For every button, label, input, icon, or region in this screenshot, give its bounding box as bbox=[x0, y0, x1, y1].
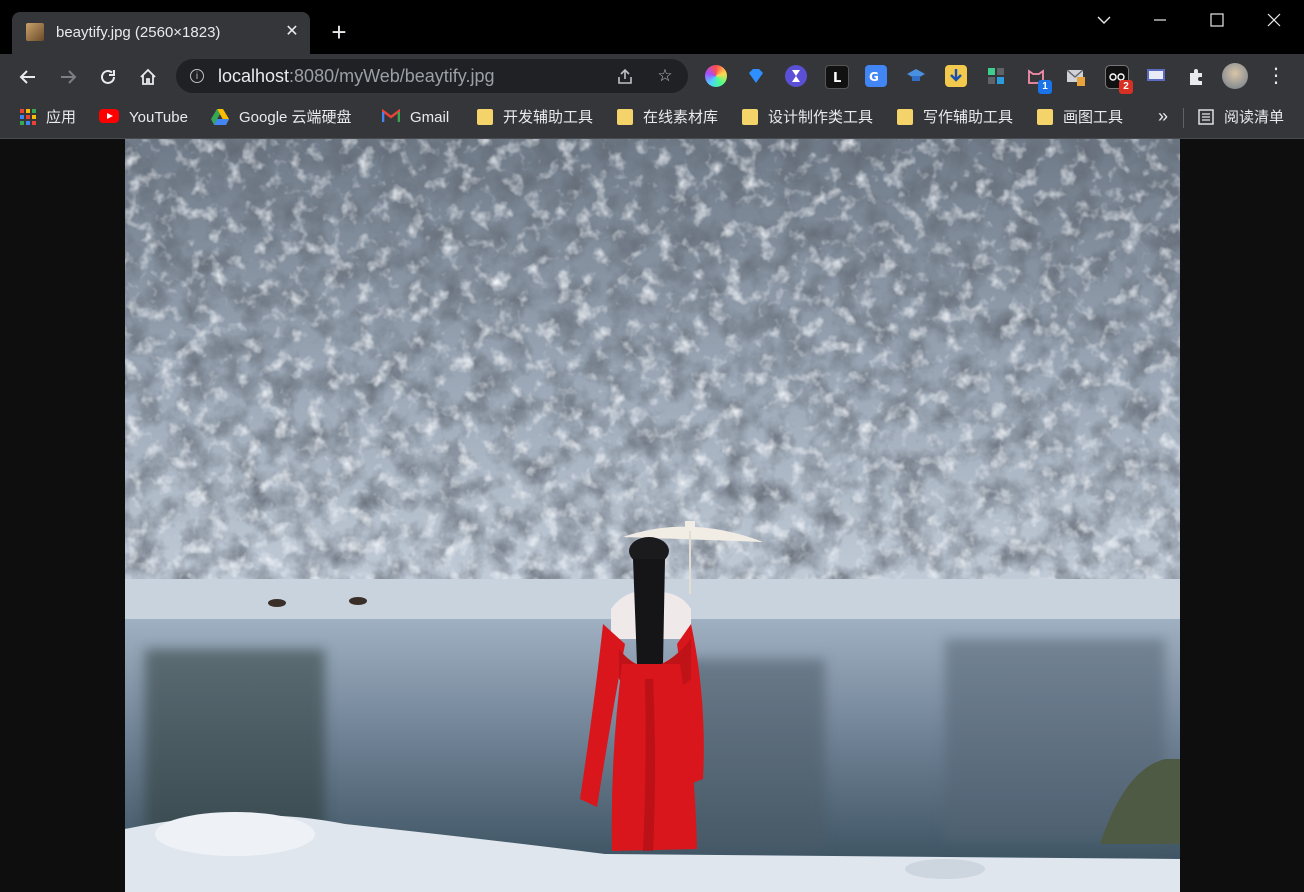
download-extension-icon[interactable] bbox=[945, 65, 967, 87]
image-viewer bbox=[0, 139, 1304, 892]
tab-close-icon[interactable]: ✕ bbox=[280, 20, 304, 44]
share-icon[interactable] bbox=[614, 65, 636, 87]
more-options-icon[interactable]: ⋮ bbox=[1266, 62, 1286, 90]
bookmark-folder-design-tools[interactable]: 设计制作类工具 bbox=[742, 108, 873, 128]
color-picker-extension-icon[interactable] bbox=[705, 65, 727, 87]
maximize-button[interactable] bbox=[1189, 0, 1245, 40]
profile-avatar[interactable] bbox=[1222, 63, 1248, 89]
google-drive-icon bbox=[211, 109, 229, 126]
bookmark-folder-writing-tools[interactable]: 写作辅助工具 bbox=[897, 108, 1013, 128]
address-bar[interactable]: i localhost:8080/myWeb/beaytify.jpg ☆ bbox=[176, 59, 688, 93]
minimize-button[interactable] bbox=[1132, 0, 1188, 40]
bookmark-gmail[interactable]: Gmail bbox=[381, 108, 449, 128]
reload-icon[interactable] bbox=[94, 62, 122, 90]
extension-badge-2: 2 bbox=[1119, 80, 1133, 94]
new-tab-button[interactable]: + bbox=[326, 19, 352, 46]
reading-list-icon bbox=[1198, 109, 1214, 125]
tab-title: beaytify.jpg (2560×1823) bbox=[56, 24, 221, 41]
displayed-image[interactable] bbox=[125, 139, 1180, 892]
tab-search-chevron-down-icon[interactable] bbox=[1076, 0, 1132, 40]
reading-list-button[interactable]: 阅读清单 bbox=[1198, 108, 1284, 128]
back-arrow-icon[interactable] bbox=[14, 62, 42, 90]
bookmarks-bar: 应用 YouTube Google 云端硬盘 Gmail 开发辅助工具 在线素材… bbox=[0, 98, 1304, 139]
tab-active[interactable]: beaytify.jpg (2560×1823) ✕ bbox=[12, 12, 310, 54]
bookmark-folder-online-materials[interactable]: 在线素材库 bbox=[617, 108, 718, 128]
bookmark-youtube[interactable]: YouTube bbox=[99, 108, 188, 128]
browser-toolbar: i localhost:8080/myWeb/beaytify.jpg ☆ L … bbox=[0, 54, 1304, 98]
bookmarks-divider bbox=[1183, 108, 1184, 128]
l-letter-extension-icon[interactable]: L bbox=[825, 65, 849, 89]
bookmark-folder-drawing-tools[interactable]: 画图工具 bbox=[1037, 108, 1123, 128]
diamond-extension-icon[interactable] bbox=[745, 65, 767, 87]
youtube-icon bbox=[99, 109, 119, 125]
forward-arrow-icon[interactable] bbox=[54, 62, 82, 90]
bookmark-star-icon[interactable]: ☆ bbox=[654, 65, 676, 87]
puzzle-blocks-extension-icon[interactable] bbox=[985, 65, 1007, 87]
extension-badge-1: 1 bbox=[1038, 80, 1052, 94]
image-favicon-icon bbox=[26, 23, 44, 41]
folder-icon bbox=[742, 109, 758, 126]
bookmark-apps[interactable]: 应用 bbox=[20, 108, 76, 128]
tab-strip: beaytify.jpg (2560×1823) ✕ + bbox=[0, 0, 1304, 54]
folder-icon bbox=[1037, 109, 1053, 126]
url-text[interactable]: localhost:8080/myWeb/beaytify.jpg bbox=[218, 66, 495, 87]
google-translate-icon[interactable]: G bbox=[865, 65, 887, 87]
gmail-icon bbox=[381, 108, 401, 125]
bookmarks-overflow-chevron-icon[interactable]: » bbox=[1158, 106, 1168, 127]
bookmark-google-drive[interactable]: Google 云端硬盘 bbox=[211, 108, 352, 128]
close-window-button[interactable] bbox=[1246, 0, 1302, 40]
svg-text:L: L bbox=[833, 71, 841, 86]
folder-icon bbox=[617, 109, 633, 126]
bookmark-folder-dev-tools[interactable]: 开发辅助工具 bbox=[477, 108, 593, 128]
hourglass-extension-icon[interactable] bbox=[785, 65, 807, 87]
mail-timer-extension-icon[interactable] bbox=[1065, 65, 1087, 87]
apps-grid-icon bbox=[20, 109, 36, 126]
site-info-icon[interactable]: i bbox=[190, 69, 204, 83]
graduation-cap-extension-icon[interactable] bbox=[905, 65, 927, 87]
folder-icon bbox=[477, 109, 493, 126]
folder-icon bbox=[897, 109, 913, 126]
monitor-extension-icon[interactable] bbox=[1145, 65, 1167, 87]
extensions-puzzle-icon[interactable] bbox=[1185, 65, 1207, 87]
home-icon[interactable] bbox=[134, 62, 162, 90]
svg-text:G: G bbox=[869, 70, 879, 84]
